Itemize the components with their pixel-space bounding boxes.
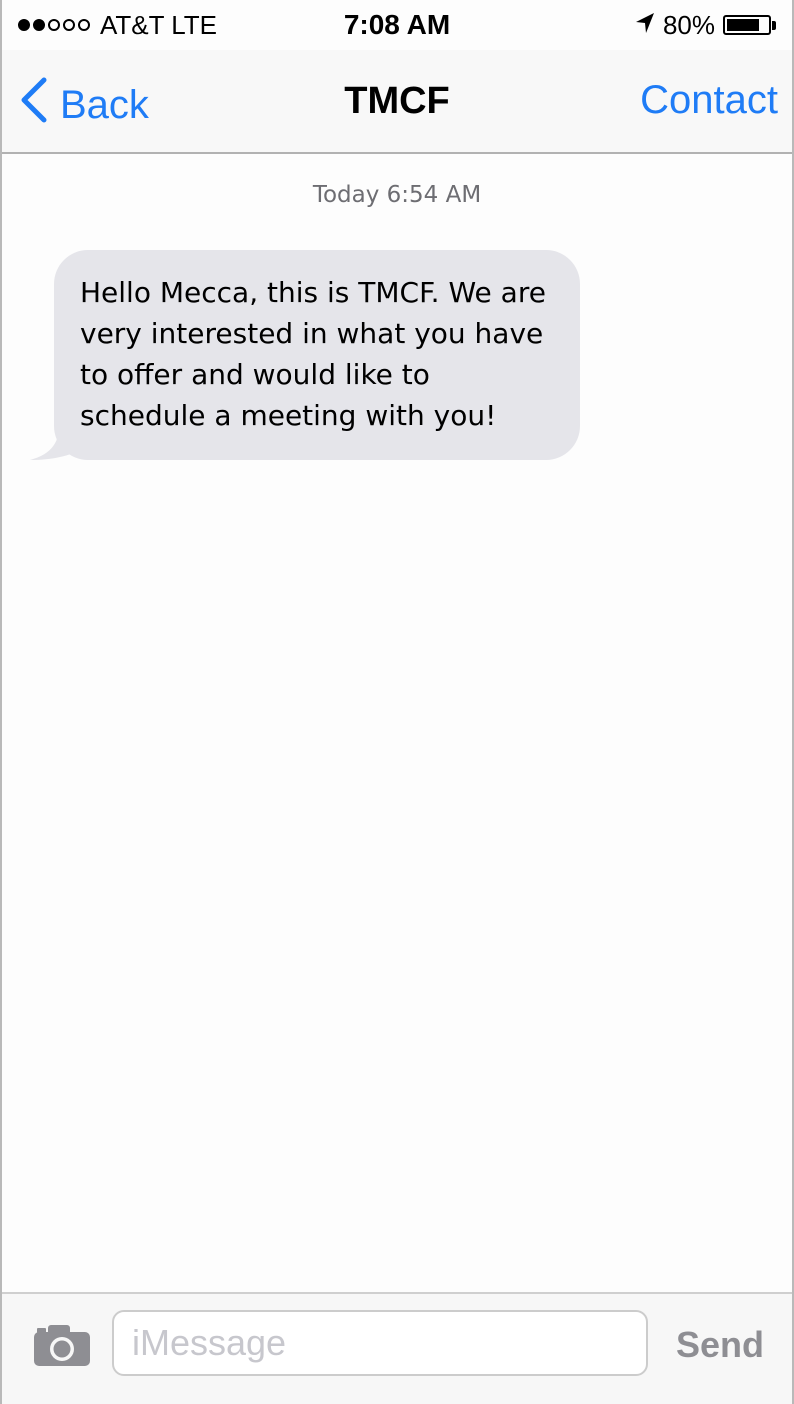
message-row: Hello Mecca, this is TMCF. We are very i… (30, 250, 580, 460)
message-input-bar: Send (2, 1292, 792, 1404)
send-button[interactable]: Send (676, 1324, 764, 1366)
battery-percent: 80% (662, 9, 715, 40)
incoming-message-bubble[interactable]: Hello Mecca, this is TMCF. We are very i… (54, 250, 580, 460)
imessage-input[interactable] (112, 1310, 648, 1376)
message-timestamp: Today 6:54 AM (312, 182, 482, 208)
status-right: 80% (635, 10, 776, 41)
contact-button[interactable]: Contact (640, 78, 778, 123)
battery-icon (723, 15, 776, 35)
camera-button[interactable] (32, 1322, 92, 1373)
navigation-bar: Back TMCF Contact (2, 50, 792, 154)
location-arrow-icon (635, 10, 655, 41)
messages-screen: AT&T LTE 7:08 AM 80% Back TMCF Contact T… (0, 0, 794, 1404)
camera-icon (32, 1325, 92, 1372)
status-bar: AT&T LTE 7:08 AM 80% (2, 0, 792, 50)
